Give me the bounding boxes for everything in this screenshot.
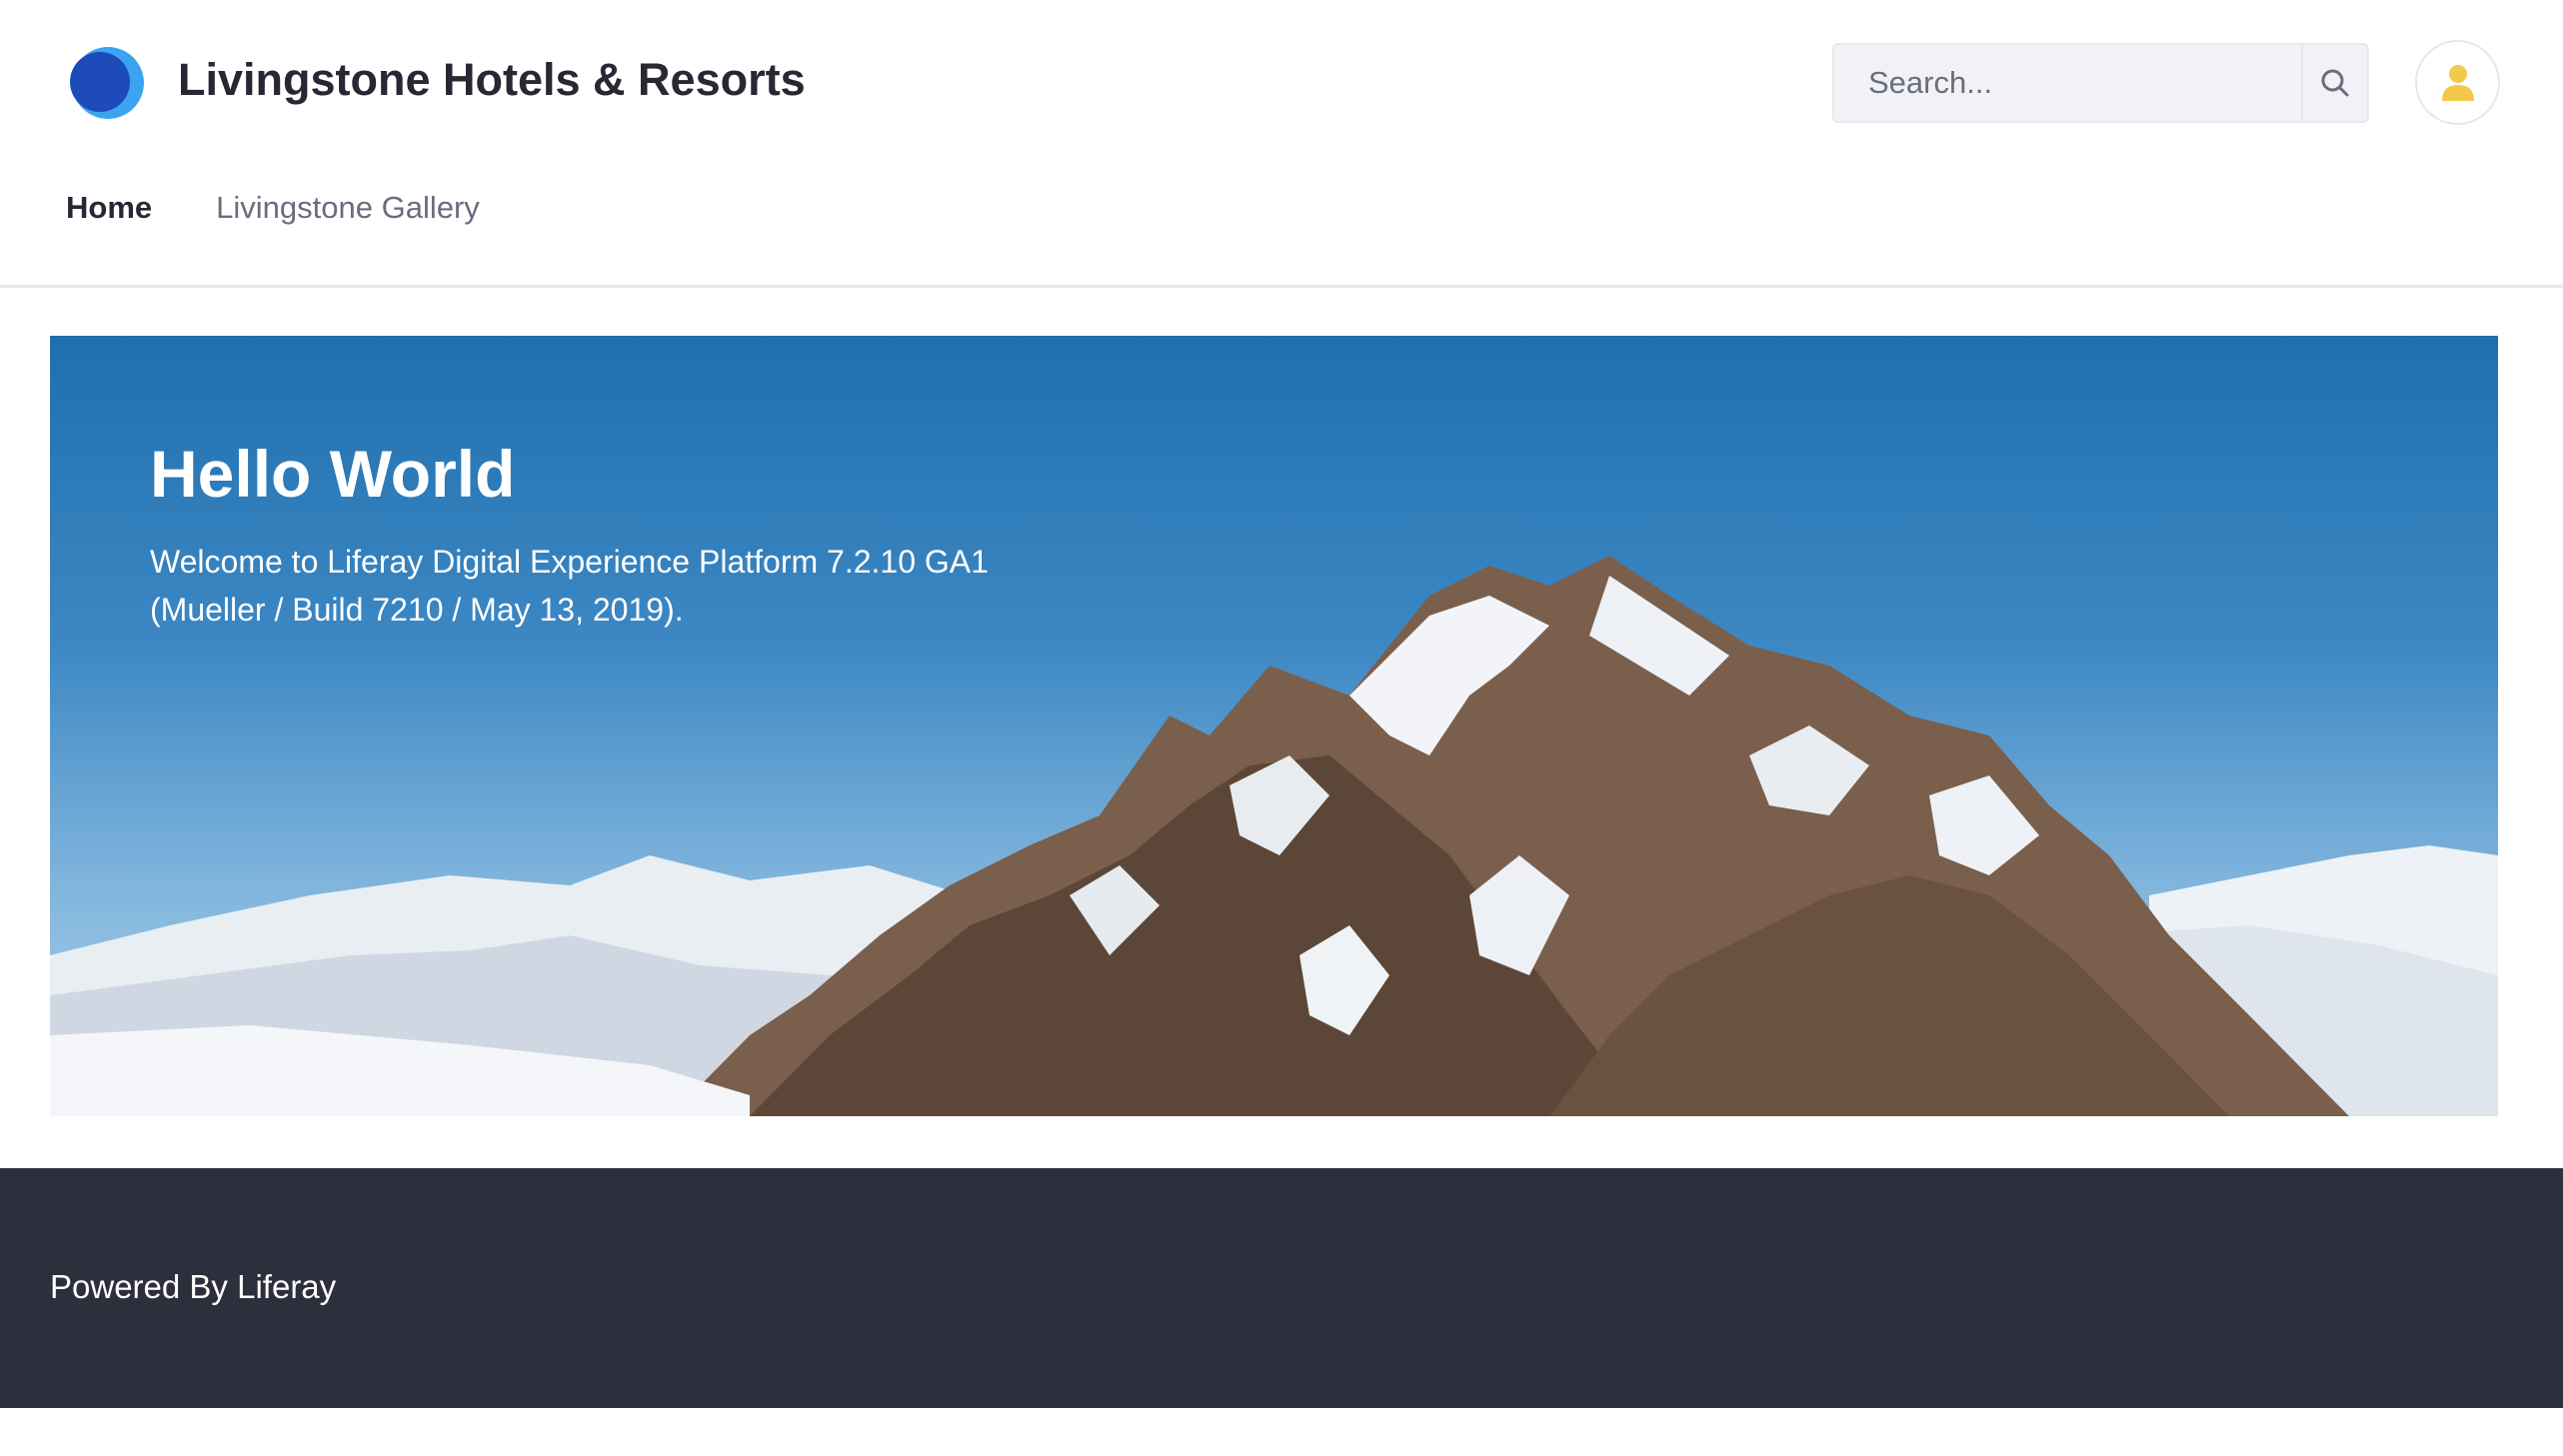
- search-input[interactable]: [1834, 45, 2301, 121]
- user-icon: [2441, 64, 2474, 101]
- powered-by-text: Powered By Liferay: [50, 1268, 336, 1306]
- site-footer: Powered By Liferay: [0, 1168, 2563, 1408]
- liferay-link[interactable]: Liferay: [237, 1268, 336, 1305]
- hero-banner: Hello World Welcome to Liferay Digital E…: [50, 336, 2498, 1116]
- banner-description: Welcome to Liferay Digital Experience Pl…: [150, 544, 989, 628]
- banner-title: Hello World: [150, 437, 516, 511]
- search-button[interactable]: [2301, 45, 2367, 121]
- user-avatar-button[interactable]: [2415, 40, 2500, 125]
- site-header: Livingstone Hotels & Resorts Home Living…: [0, 0, 2563, 288]
- site-title[interactable]: Livingstone Hotels & Resorts: [178, 54, 806, 106]
- nav-item-livingstone-gallery[interactable]: Livingstone Gallery: [216, 190, 480, 226]
- search-bar: [1832, 43, 2369, 123]
- search-icon: [2321, 69, 2349, 97]
- liferay-logo-icon[interactable]: [64, 46, 146, 120]
- nav-item-home[interactable]: Home: [66, 190, 152, 226]
- powered-by-label: Powered By: [50, 1268, 228, 1305]
- main-navigation: Home Livingstone Gallery: [66, 190, 480, 226]
